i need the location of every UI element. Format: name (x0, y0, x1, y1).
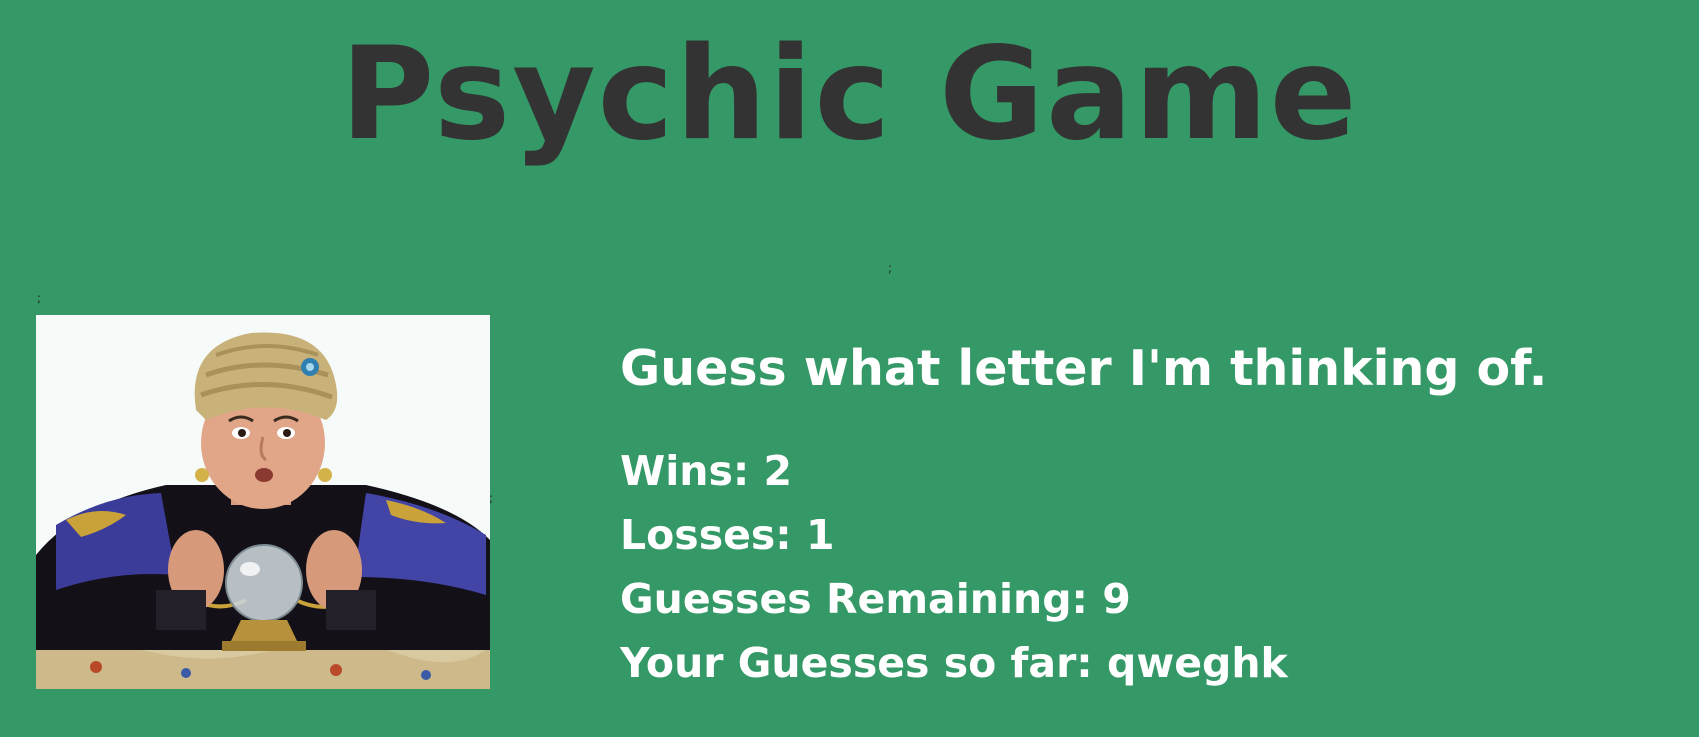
wins-stat: Wins: 2 (620, 439, 1547, 503)
game-panel: Guess what letter I'm thinking of. Wins:… (620, 340, 1547, 695)
page-title: Psychic Game (340, 20, 1359, 169)
psychic-image (36, 315, 490, 689)
stray-semicolon: ; (37, 291, 42, 305)
guesses-so-far-value: qweghk (1106, 638, 1288, 687)
fortune-teller-illustration (36, 315, 490, 689)
wins-value: 2 (763, 446, 793, 495)
losses-label: Losses: (620, 510, 806, 559)
guesses-remaining-value: 9 (1102, 574, 1131, 623)
guesses-so-far-stat: Your Guesses so far: qweghk (620, 631, 1547, 695)
wins-label: Wins: (620, 446, 764, 495)
guesses-remaining-stat: Guesses Remaining: 9 (620, 567, 1547, 631)
game-prompt: Guess what letter I'm thinking of. (620, 340, 1548, 397)
stray-semicolon: ; (888, 261, 893, 275)
losses-value: 1 (805, 510, 835, 559)
guesses-remaining-label: Guesses Remaining: (620, 574, 1103, 623)
guesses-so-far-label: Your Guesses so far: (620, 638, 1107, 687)
losses-stat: Losses: 1 (620, 503, 1547, 567)
